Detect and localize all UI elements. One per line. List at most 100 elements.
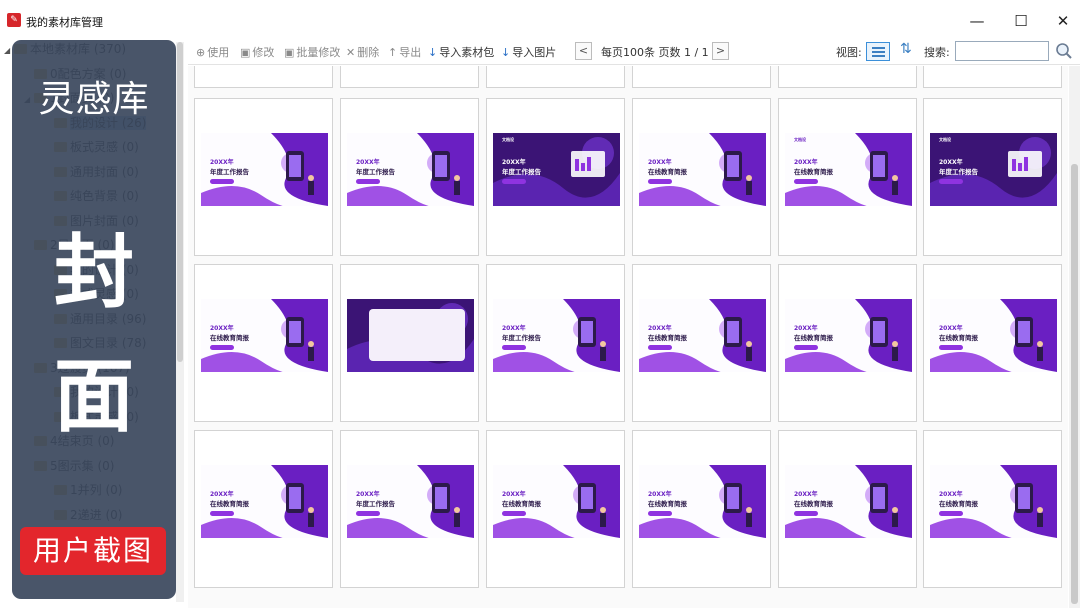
app-logo-icon: ✎ [7, 13, 21, 27]
slide-thumbnail: 20XX年在线教育简报 [201, 299, 328, 372]
slide-title-text: 年度工作报告 [502, 334, 541, 342]
thumbnail-card-partial[interactable] [340, 66, 479, 88]
overlay-panel: 灵感库 封 面 用户截图 [12, 40, 176, 599]
grid-scrollbar[interactable] [1069, 66, 1080, 608]
slide-thumbnail: 20XX年 在线教育简报 [785, 465, 912, 538]
thumbnail-card[interactable]: 文档设 20XX年 年度工作报告 [486, 98, 625, 256]
use-button[interactable]: ⊕ 使用 [196, 44, 229, 60]
thumbnail-card-partial[interactable] [194, 66, 333, 88]
thumbnail-card[interactable]: 20XX年 在线教育简报 [778, 264, 917, 422]
search-input[interactable] [955, 41, 1049, 61]
slide-year-text: 20XX年 [502, 491, 526, 498]
search-icon[interactable] [1055, 42, 1073, 60]
sort-icon[interactable]: ⇅ [900, 41, 912, 57]
slide-pill-badge [210, 511, 234, 516]
thumbnail-card[interactable]: 20XX年 在线教育简报 [923, 430, 1062, 588]
slide-pill-badge [794, 511, 818, 516]
thumbnail-card[interactable]: 20XX年在线教育简报 [632, 430, 771, 588]
slide-pill-badge [356, 511, 380, 516]
thumbnail-card[interactable]: 20XX年年度工作报告 [486, 264, 625, 422]
export-button[interactable]: ↑ 导出 [388, 44, 421, 60]
slide-title-text: 在线教育简报 [648, 500, 687, 508]
maximize-icon[interactable]: ☐ [1006, 10, 1036, 32]
slide-title-text: 年度工作报告 [356, 500, 395, 508]
grid-view-icon[interactable] [866, 42, 890, 61]
thumbnail-card[interactable] [340, 264, 479, 422]
thumbnail-card[interactable]: 文档设 20XX年 在线教育简报 [778, 98, 917, 256]
edit-button[interactable]: ▣ 修改 [240, 44, 274, 60]
slide-year-text: 20XX年 [648, 159, 672, 166]
slide-thumbnail: 20XX年年度工作报告 [201, 133, 328, 206]
slide-thumbnail: 20XX年 在线教育简报 [201, 465, 328, 538]
slide-year-text: 20XX年 [794, 325, 818, 332]
slide-year-text: 20XX年 [356, 159, 380, 166]
slide-pill-badge [648, 511, 672, 516]
slide-year-text: 20XX年 [210, 159, 234, 166]
tree-scrollbar[interactable] [176, 42, 184, 602]
thumbnail-card-partial[interactable] [486, 66, 625, 88]
thumbnail-card[interactable]: 文档设 20XX年 年度工作报告 [923, 98, 1062, 256]
batch-edit-button[interactable]: ▣ 批量修改 [284, 44, 340, 60]
slide-year-text: 20XX年 [648, 491, 672, 498]
thumbnail-card-partial[interactable] [923, 66, 1062, 88]
slide-thumbnail: 20XX年 在线教育简报 [785, 299, 912, 372]
thumbnail-card[interactable]: 20XX年在线教育简报 [194, 264, 333, 422]
toolbar: ⊕ 使用 ▣ 修改 ▣ 批量修改 ✕ 删除 ↑ 导出 ↓ 导入素材包 ↓ 导入图片 < 每页1… [188, 38, 1080, 65]
thumbnail-card[interactable]: 20XX年 在线教育简报 [778, 430, 917, 588]
minimize-icon[interactable]: — [962, 10, 992, 32]
slide-pill-badge [794, 345, 818, 350]
next-page-button[interactable]: > [712, 42, 729, 60]
batch-edit-label: 批量修改 [296, 46, 341, 59]
prev-page-button[interactable]: < [575, 42, 592, 60]
batch-edit-icon: ▣ [284, 46, 295, 59]
thumbnail-card[interactable]: 20XX年 在线教育简报 [194, 430, 333, 588]
slide-pill-badge [356, 179, 380, 184]
thumbnail-card[interactable]: 20XX年 在线教育简报 [486, 430, 625, 588]
slide-content-box [369, 309, 465, 361]
slide-pill-badge [648, 179, 672, 184]
slide-title-text: 年度工作报告 [210, 168, 249, 176]
thumbnail-card-partial[interactable] [778, 66, 917, 88]
thumbnail-grid: 20XX年 年度工作报告 20XX年 年度工作报告 文档设 20XX年 年度工作报告 2… [188, 66, 1068, 608]
import-image-arrow-icon: ↓ [501, 46, 511, 59]
thumbnail-card-partial[interactable] [632, 66, 771, 88]
delete-icon: ✕ [346, 46, 356, 59]
import-image-label: 导入图片 [512, 46, 557, 59]
delete-label: 删除 [357, 46, 380, 59]
slide-title-text: 在线教育简报 [210, 334, 249, 342]
slide-thumbnail: 20XX年年度工作报告 [493, 299, 620, 372]
overlay-title: 灵感库 [38, 79, 150, 120]
user-screenshot-button[interactable]: 用户截图 [20, 527, 166, 575]
delete-button[interactable]: ✕ 删除 [346, 44, 379, 60]
edit-icon: ▣ [240, 46, 251, 59]
slide-pill-badge [210, 179, 234, 184]
slide-pill-badge [939, 345, 963, 350]
thumbnail-card[interactable]: 20XX年 在线教育简报 [632, 264, 771, 422]
slide-title-text: 在线教育简报 [794, 168, 833, 176]
slide-thumbnail [347, 299, 474, 372]
slide-year-text: 20XX年 [356, 491, 380, 498]
slide-year-text: 20XX年 [794, 491, 818, 498]
import-pack-button[interactable]: ↓ 导入素材包 [428, 44, 494, 60]
import-image-button[interactable]: ↓ 导入图片 [501, 44, 556, 60]
slide-year-text: 20XX年 [210, 325, 234, 332]
slide-title-text: 年度工作报告 [502, 168, 541, 176]
thumbnail-card[interactable]: 20XX年年度工作报告 [340, 430, 479, 588]
close-icon[interactable]: ✕ [1048, 10, 1078, 32]
slide-pill-badge [794, 179, 818, 184]
thumbnail-card[interactable]: 20XX年年度工作报告 [194, 98, 333, 256]
slide-title-text: 年度工作报告 [939, 168, 978, 176]
slide-brand-text: 文档设 [502, 137, 514, 142]
slide-title-text: 在线教育简报 [939, 334, 978, 342]
thumbnail-card[interactable]: 20XX年 年度工作报告 [340, 98, 479, 256]
slide-year-text: 20XX年 [502, 325, 526, 332]
slide-thumbnail: 20XX年 在线教育简报 [930, 465, 1057, 538]
thumbnail-card[interactable]: 20XX年 在线教育简报 [632, 98, 771, 256]
slide-brand-text: 文档设 [939, 137, 951, 142]
export-label: 导出 [399, 46, 422, 59]
thumbnail-card[interactable]: 20XX年 在线教育简报 [923, 264, 1062, 422]
slide-pill-badge [939, 511, 963, 516]
overlay-big-char-2: 面 [54, 349, 134, 443]
slide-pill-badge [210, 345, 234, 350]
slide-thumbnail: 20XX年 在线教育简报 [493, 465, 620, 538]
